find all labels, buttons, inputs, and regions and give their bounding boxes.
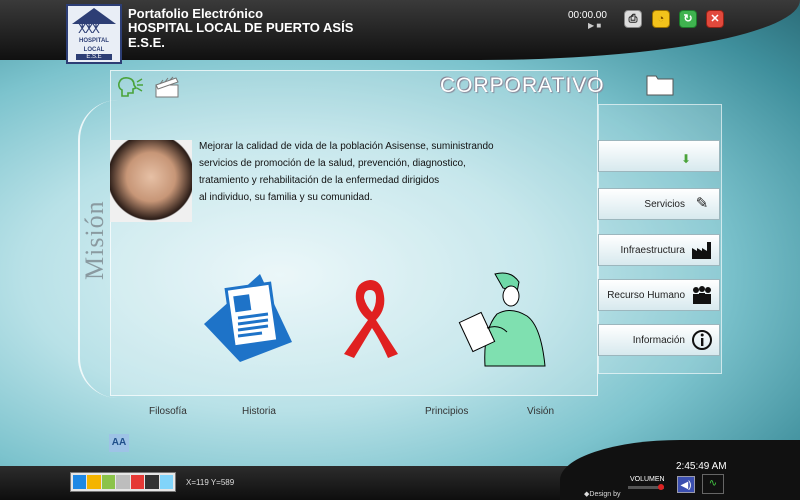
design-credit-text: Design by bbox=[589, 491, 621, 498]
menu-label: Información bbox=[632, 335, 685, 346]
factory-icon bbox=[691, 240, 713, 260]
vertical-section-title: Misión bbox=[80, 200, 109, 280]
tab-historia[interactable]: Historia bbox=[242, 406, 276, 417]
play-stop-controls[interactable]: ▶ ■ bbox=[588, 21, 601, 30]
volume-label: VOLUMEN bbox=[630, 476, 665, 483]
tab-filosofia[interactable]: Filosofía bbox=[149, 406, 187, 417]
font-size-button[interactable]: AA bbox=[109, 434, 129, 452]
color-swatch[interactable] bbox=[130, 475, 145, 489]
section-title: CORPORATIVO bbox=[440, 74, 605, 97]
menu-label: Infraestructura bbox=[620, 245, 685, 256]
clock-icon: ◔ bbox=[657, 13, 665, 25]
close-icon: ✕ bbox=[710, 13, 720, 25]
menu-item-infraestructura[interactable]: Infraestructura bbox=[598, 234, 720, 266]
portrait-photo bbox=[110, 140, 192, 222]
logo-text-3: E.S.E bbox=[76, 54, 112, 60]
tab-principios[interactable]: Principios bbox=[425, 406, 468, 417]
documents-illustration bbox=[200, 272, 296, 364]
menu-item-recurso-humano[interactable]: Recurso Humano bbox=[598, 279, 720, 311]
info-icon bbox=[691, 330, 713, 350]
refresh-button[interactable]: ↻ bbox=[679, 10, 697, 28]
cursor-coordinates: X=119 Y=589 bbox=[186, 478, 235, 487]
color-swatch[interactable] bbox=[73, 475, 87, 489]
close-button[interactable]: ✕ bbox=[706, 10, 724, 28]
tab-vision[interactable]: Visión bbox=[527, 406, 554, 417]
clock-button[interactable]: ◔ bbox=[652, 10, 670, 28]
mission-line: al individuo, su familia y su comunidad. bbox=[199, 192, 373, 203]
printer-icon: ⎙ bbox=[628, 13, 638, 25]
timer-display: 00:00.00 bbox=[568, 10, 607, 21]
menu-item-corporativo[interactable]: ⬇ bbox=[598, 140, 720, 172]
header-ese: E.S.E. bbox=[128, 35, 165, 50]
color-swatch[interactable] bbox=[87, 475, 101, 489]
chart-icon: ∿ bbox=[708, 478, 718, 489]
header-hospital-name: HOSPITAL LOCAL DE PUERTO ASÍS bbox=[128, 20, 354, 35]
people-group-icon bbox=[691, 285, 713, 305]
menu-item-servicios[interactable]: Servicios ✎ bbox=[598, 188, 720, 220]
header-title: Portafolio Electrónico bbox=[128, 6, 264, 21]
volume-slider-handle[interactable] bbox=[658, 484, 664, 490]
clock-display: 2:45:49 AM bbox=[676, 461, 727, 472]
logo-text-1: HOSPITAL bbox=[79, 38, 109, 44]
color-palette[interactable] bbox=[70, 472, 176, 492]
sound-button[interactable]: ◀) bbox=[677, 476, 695, 493]
folder-icon[interactable] bbox=[646, 72, 674, 96]
clapperboard-icon[interactable] bbox=[154, 76, 180, 98]
refresh-icon: ↻ bbox=[683, 13, 693, 25]
mission-line: Mejorar la calidad de vida de la poblaci… bbox=[199, 141, 494, 152]
graph-button[interactable]: ∿ bbox=[702, 474, 724, 494]
menu-item-informacion[interactable]: Información bbox=[598, 324, 720, 356]
speaker-icon: ◀) bbox=[680, 480, 692, 491]
mission-line: tratamiento y rehabilitación de la enfer… bbox=[199, 175, 440, 186]
color-swatch[interactable] bbox=[145, 475, 159, 489]
down-arrow-icon: ⬇ bbox=[680, 152, 692, 166]
print-button[interactable]: ⎙ bbox=[624, 10, 642, 28]
nurse-illustration bbox=[455, 270, 555, 368]
red-ribbon-illustration bbox=[340, 276, 400, 360]
mission-line: servicios de promoción de la salud, prev… bbox=[199, 158, 466, 169]
menu-label: Recurso Humano bbox=[607, 290, 685, 301]
menu-label: Servicios bbox=[644, 199, 685, 210]
speaking-head-icon[interactable] bbox=[116, 76, 144, 98]
design-credit: ◆Design by bbox=[584, 491, 621, 498]
color-swatch[interactable] bbox=[116, 475, 130, 489]
color-swatch[interactable] bbox=[101, 475, 116, 489]
logo-text-2: LOCAL bbox=[83, 47, 105, 53]
hospital-logo: ⵅⵅⵅ HOSPITAL LOCAL E.S.E bbox=[66, 4, 122, 64]
pen-paper-icon: ✎ bbox=[695, 195, 709, 212]
logo-figures: ⵅⵅⵅ bbox=[78, 22, 100, 36]
color-swatch[interactable] bbox=[159, 475, 173, 489]
mission-text: Mejorar la calidad de vida de la poblaci… bbox=[199, 138, 541, 206]
